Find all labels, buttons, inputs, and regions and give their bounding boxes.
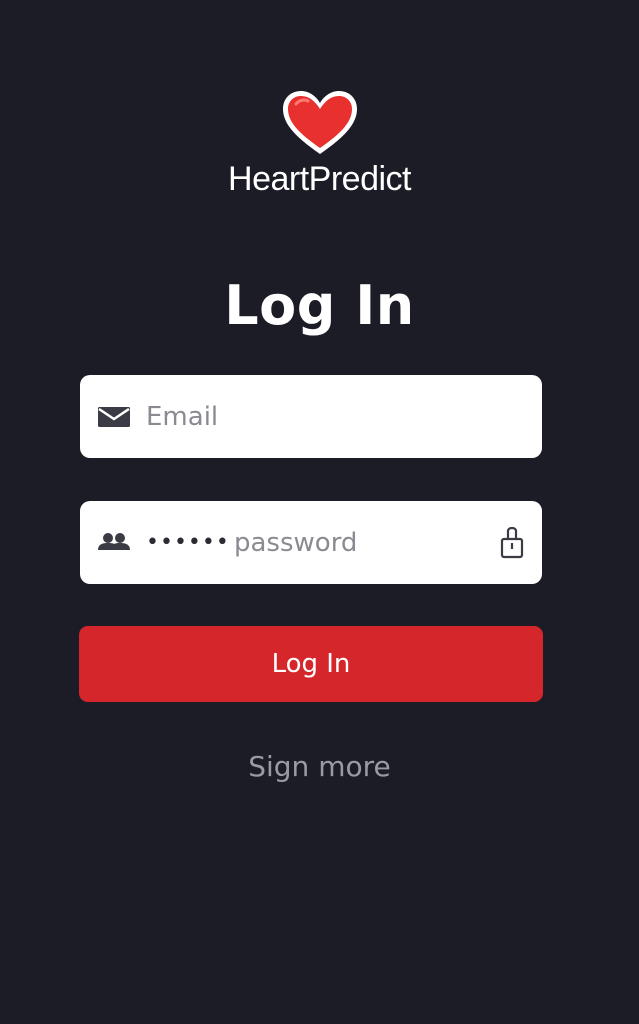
login-button[interactable]: Log In — [79, 626, 543, 702]
envelope-icon — [98, 407, 130, 427]
heart-icon — [282, 91, 357, 154]
lock-icon[interactable] — [499, 527, 525, 559]
app-logo: HeartPredict — [0, 88, 639, 199]
password-placeholder: password — [234, 528, 358, 558]
app-name: HeartPredict — [228, 160, 411, 198]
page-title: Log In — [224, 274, 415, 337]
password-field[interactable]: •••••• password — [80, 501, 542, 584]
sign-more-link[interactable]: Sign more — [0, 750, 639, 783]
password-masked-value: •••••• — [146, 530, 230, 555]
email-field[interactable] — [146, 375, 476, 458]
users-icon — [98, 533, 130, 550]
email-field-container — [80, 375, 542, 458]
